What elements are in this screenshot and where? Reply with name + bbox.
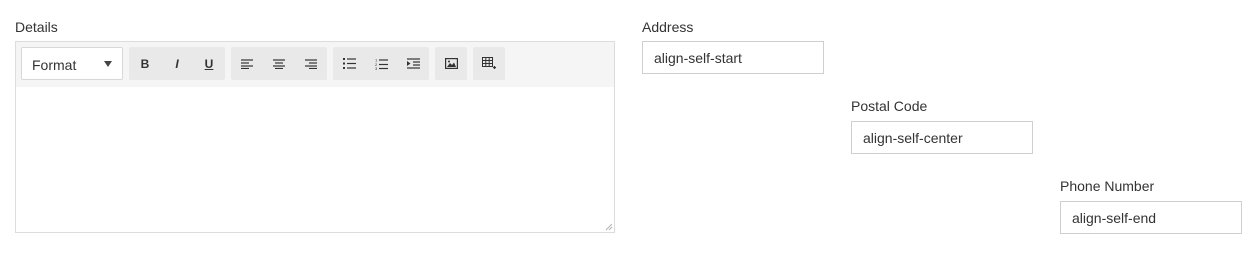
align-right-icon bbox=[305, 58, 317, 69]
insert-table-button[interactable] bbox=[473, 47, 505, 80]
table-group bbox=[473, 47, 505, 80]
image-group bbox=[435, 47, 467, 80]
numbered-list-icon: 123 bbox=[375, 58, 388, 70]
bulleted-list-button[interactable] bbox=[333, 47, 365, 80]
italic-icon: I bbox=[175, 56, 179, 71]
postal-code-label: Postal Code bbox=[851, 98, 928, 114]
address-label: Address bbox=[642, 19, 694, 35]
align-center-button[interactable] bbox=[263, 47, 295, 80]
align-center-icon bbox=[273, 58, 285, 69]
indent-button[interactable] bbox=[397, 47, 429, 80]
bulleted-list-icon bbox=[342, 58, 356, 69]
postal-code-input[interactable] bbox=[851, 121, 1033, 154]
format-dropdown-label: Format bbox=[32, 57, 77, 73]
align-left-button[interactable] bbox=[231, 47, 263, 80]
underline-icon: U bbox=[204, 56, 214, 71]
table-icon bbox=[482, 57, 496, 69]
numbered-list-button[interactable]: 123 bbox=[365, 47, 397, 80]
editor-toolbar: Format B I U 1 2 3 bbox=[16, 42, 614, 87]
phone-number-input[interactable] bbox=[1060, 201, 1242, 234]
align-right-button[interactable] bbox=[295, 47, 327, 80]
italic-button[interactable]: I bbox=[161, 47, 193, 80]
caret-down-icon bbox=[104, 61, 112, 67]
insert-image-button[interactable] bbox=[435, 47, 467, 80]
address-input[interactable] bbox=[642, 41, 824, 74]
bold-button[interactable]: B bbox=[129, 47, 161, 80]
image-icon bbox=[444, 58, 458, 69]
editor-content-area[interactable] bbox=[16, 87, 614, 232]
align-left-icon bbox=[241, 58, 253, 69]
details-label: Details bbox=[15, 19, 58, 35]
format-dropdown[interactable]: Format bbox=[21, 47, 123, 80]
phone-number-label: Phone Number bbox=[1060, 178, 1155, 194]
details-rich-text-editor[interactable]: Format B I U 1 2 3 bbox=[15, 41, 615, 233]
bold-icon: B bbox=[140, 56, 150, 71]
underline-button[interactable]: U bbox=[193, 47, 225, 80]
resize-handle-icon[interactable] bbox=[605, 223, 613, 231]
alignment-group bbox=[231, 47, 327, 80]
indent-icon bbox=[406, 58, 420, 69]
list-group: 123 bbox=[333, 47, 429, 80]
svg-text:3: 3 bbox=[375, 66, 378, 70]
text-style-group: B I U bbox=[129, 47, 225, 80]
